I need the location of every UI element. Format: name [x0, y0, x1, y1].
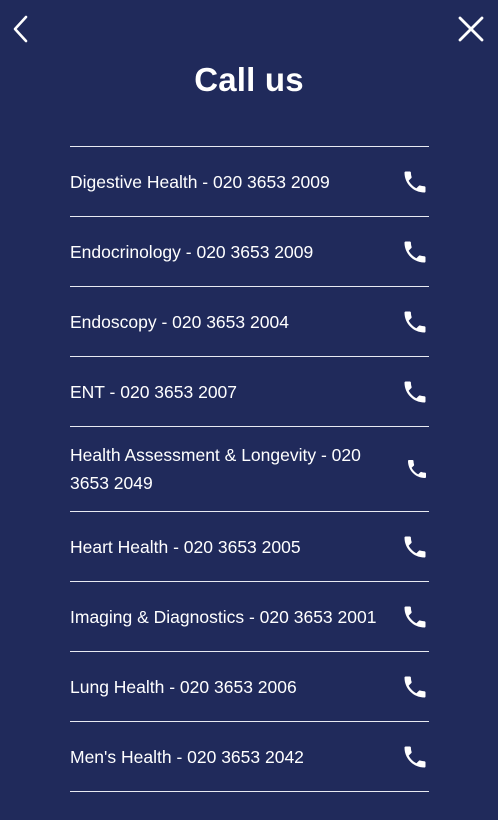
- phone-icon[interactable]: [399, 454, 429, 484]
- phone-icon[interactable]: [399, 672, 429, 702]
- department-row-endocrinology[interactable]: Endocrinology - 020 3653 2009: [70, 217, 429, 287]
- department-phone-list: Digestive Health - 020 3653 2009 Endocri…: [70, 146, 429, 792]
- phone-icon[interactable]: [399, 167, 429, 197]
- department-label: ENT - 020 3653 2007: [70, 381, 238, 402]
- phone-icon[interactable]: [399, 602, 429, 632]
- page-title: Call us: [194, 61, 304, 98]
- department-label: Lung Health - 020 3653 2006: [70, 676, 297, 697]
- department-label: Digestive Health - 020 3653 2009: [70, 171, 330, 192]
- phone-icon[interactable]: [399, 377, 429, 407]
- department-row-endoscopy[interactable]: Endoscopy - 020 3653 2004: [70, 287, 429, 357]
- department-row-ent[interactable]: ENT - 020 3653 2007: [70, 357, 429, 427]
- close-icon: [458, 16, 484, 42]
- phone-icon[interactable]: [399, 237, 429, 267]
- phone-icon[interactable]: [399, 742, 429, 772]
- department-label: Men's Health - 020 3653 2042: [70, 746, 304, 767]
- department-row-lung-health[interactable]: Lung Health - 020 3653 2006: [70, 652, 429, 722]
- close-button[interactable]: [456, 14, 486, 44]
- department-row-imaging-diagnostics[interactable]: Imaging & Diagnostics - 020 3653 2001: [70, 582, 429, 652]
- department-row-heart-health[interactable]: Heart Health - 020 3653 2005: [70, 512, 429, 582]
- department-label: Endoscopy - 020 3653 2004: [70, 311, 289, 332]
- department-row-health-assessment-longevity[interactable]: Health Assessment & Longevity - 020 3653…: [70, 427, 429, 512]
- department-label: Endocrinology - 020 3653 2009: [70, 241, 314, 262]
- department-label: Imaging & Diagnostics - 020 3653 2001: [70, 606, 377, 627]
- call-us-screen: Call us Digestive Health - 020 3653 2009…: [0, 0, 498, 820]
- phone-icon[interactable]: [399, 532, 429, 562]
- chevron-left-icon: [13, 15, 28, 43]
- department-label: Heart Health - 020 3653 2005: [70, 536, 301, 557]
- department-label: Health Assessment & Longevity - 020 3653…: [70, 445, 361, 493]
- phone-icon[interactable]: [399, 307, 429, 337]
- back-button[interactable]: [8, 14, 32, 44]
- department-row-mens-health[interactable]: Men's Health - 020 3653 2042: [70, 722, 429, 792]
- department-row-digestive-health[interactable]: Digestive Health - 020 3653 2009: [70, 147, 429, 217]
